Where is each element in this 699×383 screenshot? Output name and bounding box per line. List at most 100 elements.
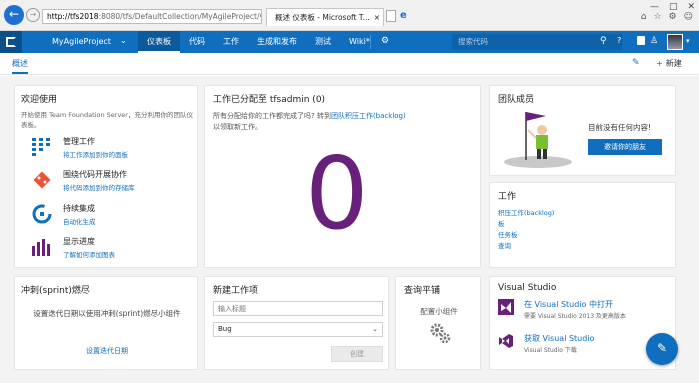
nav-work[interactable]: 工作 — [214, 31, 248, 53]
team-backlog-link[interactable]: 团队积压工作(backlog) — [331, 112, 406, 120]
minimize-icon[interactable]: — — [650, 2, 659, 12]
browser-tools: ⌂ ☆ ⚙ ☺ — [641, 12, 693, 22]
welcome-title: 欢迎使用 — [21, 95, 58, 105]
item-title: 显示进度 — [63, 237, 95, 246]
close-tab-icon[interactable]: × — [374, 13, 380, 22]
new-dashboard-button[interactable]: + 新建 — [656, 58, 682, 69]
configure-widget-link[interactable]: 配置小组件 — [396, 306, 482, 317]
desc-text: 所有分配给你的工作都完成了吗? 转到 — [213, 112, 331, 120]
item-link[interactable]: 了解如何添加图表 — [63, 249, 115, 259]
title-input[interactable] — [213, 301, 383, 316]
settings-gear-icon[interactable]: ⚙ — [381, 36, 389, 46]
back-button[interactable]: ← — [4, 5, 24, 25]
nav-wiki[interactable]: Wiki* — [340, 31, 379, 53]
backlog-link[interactable]: 积压工作(backlog) — [498, 208, 667, 219]
visual-studio-logo-icon — [498, 333, 514, 349]
tfs-top-bar: MyAgileProject ⌄ 仪表板 代码 工作 生成和发布 测试 Wiki… — [0, 31, 699, 53]
nav-dashboards[interactable]: 仪表板 — [138, 31, 180, 53]
favorites-icon[interactable]: ☆ — [653, 12, 661, 22]
window-controls: — □ ✕ — [650, 2, 695, 12]
open-in-vs-link[interactable]: 在 Visual Studio 中打开 — [524, 299, 626, 310]
vs-download: Visual Studio 下载 — [524, 347, 577, 354]
help-icon[interactable]: ? — [617, 36, 621, 45]
edit-icon[interactable]: ✎ — [632, 58, 640, 68]
avatar[interactable] — [667, 34, 683, 50]
new-work-item-widget: 新建工作项 Bug ⌄ 创建 — [204, 276, 389, 370]
welcome-desc: 开始使用 Team Foundation Server，充分利用你的团队仪表板。 — [21, 111, 193, 129]
home-icon[interactable]: ⌂ — [641, 12, 647, 22]
create-button[interactable]: 创建 — [331, 346, 383, 362]
vs-requirement: 需要 Visual Studio 2013 及更高版本 — [524, 313, 626, 320]
item-link[interactable]: 自动化生成 — [63, 216, 96, 226]
new-tab-icon[interactable]: e — [400, 10, 412, 22]
address-host: http://tfs2018 — [47, 12, 99, 21]
chevron-down-icon[interactable]: ▾ — [686, 37, 690, 45]
forward-button[interactable]: → — [26, 8, 40, 22]
work-links-widget: 工作 积压工作(backlog) 板 任务板 查询 — [489, 182, 676, 268]
gears-icon[interactable] — [429, 322, 451, 344]
set-iteration-dates-link[interactable]: 设置迭代日期 — [15, 346, 199, 356]
team-members-widget: 团队成员 目前没有任何内容! 邀请你的朋友 — [489, 85, 676, 176]
browser-chrome: ← → http://tfs2018:8080/tfs/DefaultColle… — [0, 0, 699, 31]
settings-icon[interactable]: ⚙ — [669, 12, 677, 22]
welcome-item-ci[interactable]: 持续集成 自动化生成 — [31, 203, 96, 226]
assigned-desc: 所有分配给你的工作都完成了吗? 转到团队积压工作(backlog) 以领取新工作。 — [213, 111, 472, 133]
open-in-vs-item[interactable]: 在 Visual Studio 中打开需要 Visual Studio 2013… — [498, 299, 626, 320]
tfs-logo-icon[interactable] — [0, 31, 22, 53]
board-icon — [31, 136, 53, 158]
search-icon[interactable]: ⚲ — [260, 12, 261, 21]
tab-title: 概述 仪表板 - Microsoft T... — [275, 13, 370, 22]
welcome-item-manage-work[interactable]: 管理工作将工作添加到你的面板 — [31, 136, 128, 159]
build-cycle-icon — [31, 203, 53, 225]
invite-friends-button[interactable]: 邀请你的朋友 — [588, 139, 662, 155]
assigned-title: 工作已分配至 tfsadmin (0) — [213, 95, 326, 105]
tab-overview[interactable]: 概述 — [12, 58, 28, 74]
address-bar[interactable]: http://tfs2018:8080/tfs/DefaultCollectio… — [42, 9, 262, 24]
query-tile-widget: 查询平铺 配置小组件 — [395, 276, 481, 370]
welcome-item-progress[interactable]: 显示进度了解如何添加图表 — [31, 236, 115, 259]
maximize-icon[interactable]: □ — [669, 2, 678, 12]
welcome-item-code[interactable]: 围绕代码开展协作 将代码添加到你的存储库 — [31, 169, 135, 192]
item-title: 围绕代码开展协作 — [63, 170, 127, 179]
project-name[interactable]: MyAgileProject — [52, 37, 111, 46]
plus-icon: + — [656, 59, 663, 68]
nav-build-release[interactable]: 生成和发布 — [248, 31, 306, 53]
user-icon[interactable]: ♙ — [650, 36, 658, 46]
board-link[interactable]: 板 — [498, 219, 667, 230]
chevron-down-icon[interactable]: ⌄ — [120, 36, 127, 45]
assigned-count[interactable]: 0 — [305, 144, 369, 244]
code-search-input[interactable]: 搜索代码 — [452, 34, 622, 50]
nav-test[interactable]: 测试 — [306, 31, 340, 53]
edit-dashboard-pencil-icon[interactable]: ✎ — [646, 333, 678, 365]
nav-code[interactable]: 代码 — [180, 31, 214, 53]
dashboard-content: 欢迎使用 开始使用 Team Foundation Server，充分利用你的团… — [0, 76, 699, 383]
team-flag-illustration — [504, 112, 572, 168]
query-title: 查询平铺 — [404, 286, 441, 296]
chart-icon — [31, 236, 53, 258]
search-icon[interactable]: ⚲ — [600, 36, 607, 46]
work-item-type-select[interactable]: Bug ⌄ — [213, 322, 383, 337]
sprint-title: 冲刺(sprint)燃尽 — [21, 286, 90, 296]
close-window-icon[interactable]: ✕ — [687, 2, 695, 12]
item-link[interactable]: 将代码添加到你的存储库 — [63, 182, 135, 192]
item-title: 管理工作 — [63, 137, 95, 146]
dashboard-header: 概述 ✎ + 新建 — [0, 53, 699, 75]
get-vs-link[interactable]: 获取 Visual Studio — [524, 333, 594, 344]
divider — [370, 35, 371, 49]
item-title: 持续集成 — [63, 204, 95, 213]
team-title: 团队成员 — [498, 95, 535, 105]
blank-tab[interactable] — [386, 10, 396, 22]
new-label: 新建 — [665, 59, 682, 68]
assigned-work-widget: 工作已分配至 tfsadmin (0) 所有分配给你的工作都完成了吗? 转到团队… — [204, 85, 481, 268]
get-vs-item[interactable]: 获取 Visual Studio Visual Studio 下载 — [498, 333, 594, 354]
browser-tab[interactable]: 概述 仪表板 - Microsoft T... × — [266, 8, 384, 26]
item-link[interactable]: 将工作添加到你的面板 — [63, 149, 128, 159]
smile-icon[interactable]: ☺ — [684, 12, 693, 22]
main-nav: 仪表板 代码 工作 生成和发布 测试 Wiki* — [138, 31, 379, 53]
marketplace-icon[interactable] — [637, 36, 645, 45]
taskboard-link[interactable]: 任务板 — [498, 230, 667, 241]
git-icon — [31, 169, 53, 191]
desc-text: 以领取新工作。 — [213, 123, 262, 131]
selected-type: Bug — [218, 325, 232, 333]
queries-link[interactable]: 查询 — [498, 241, 667, 252]
